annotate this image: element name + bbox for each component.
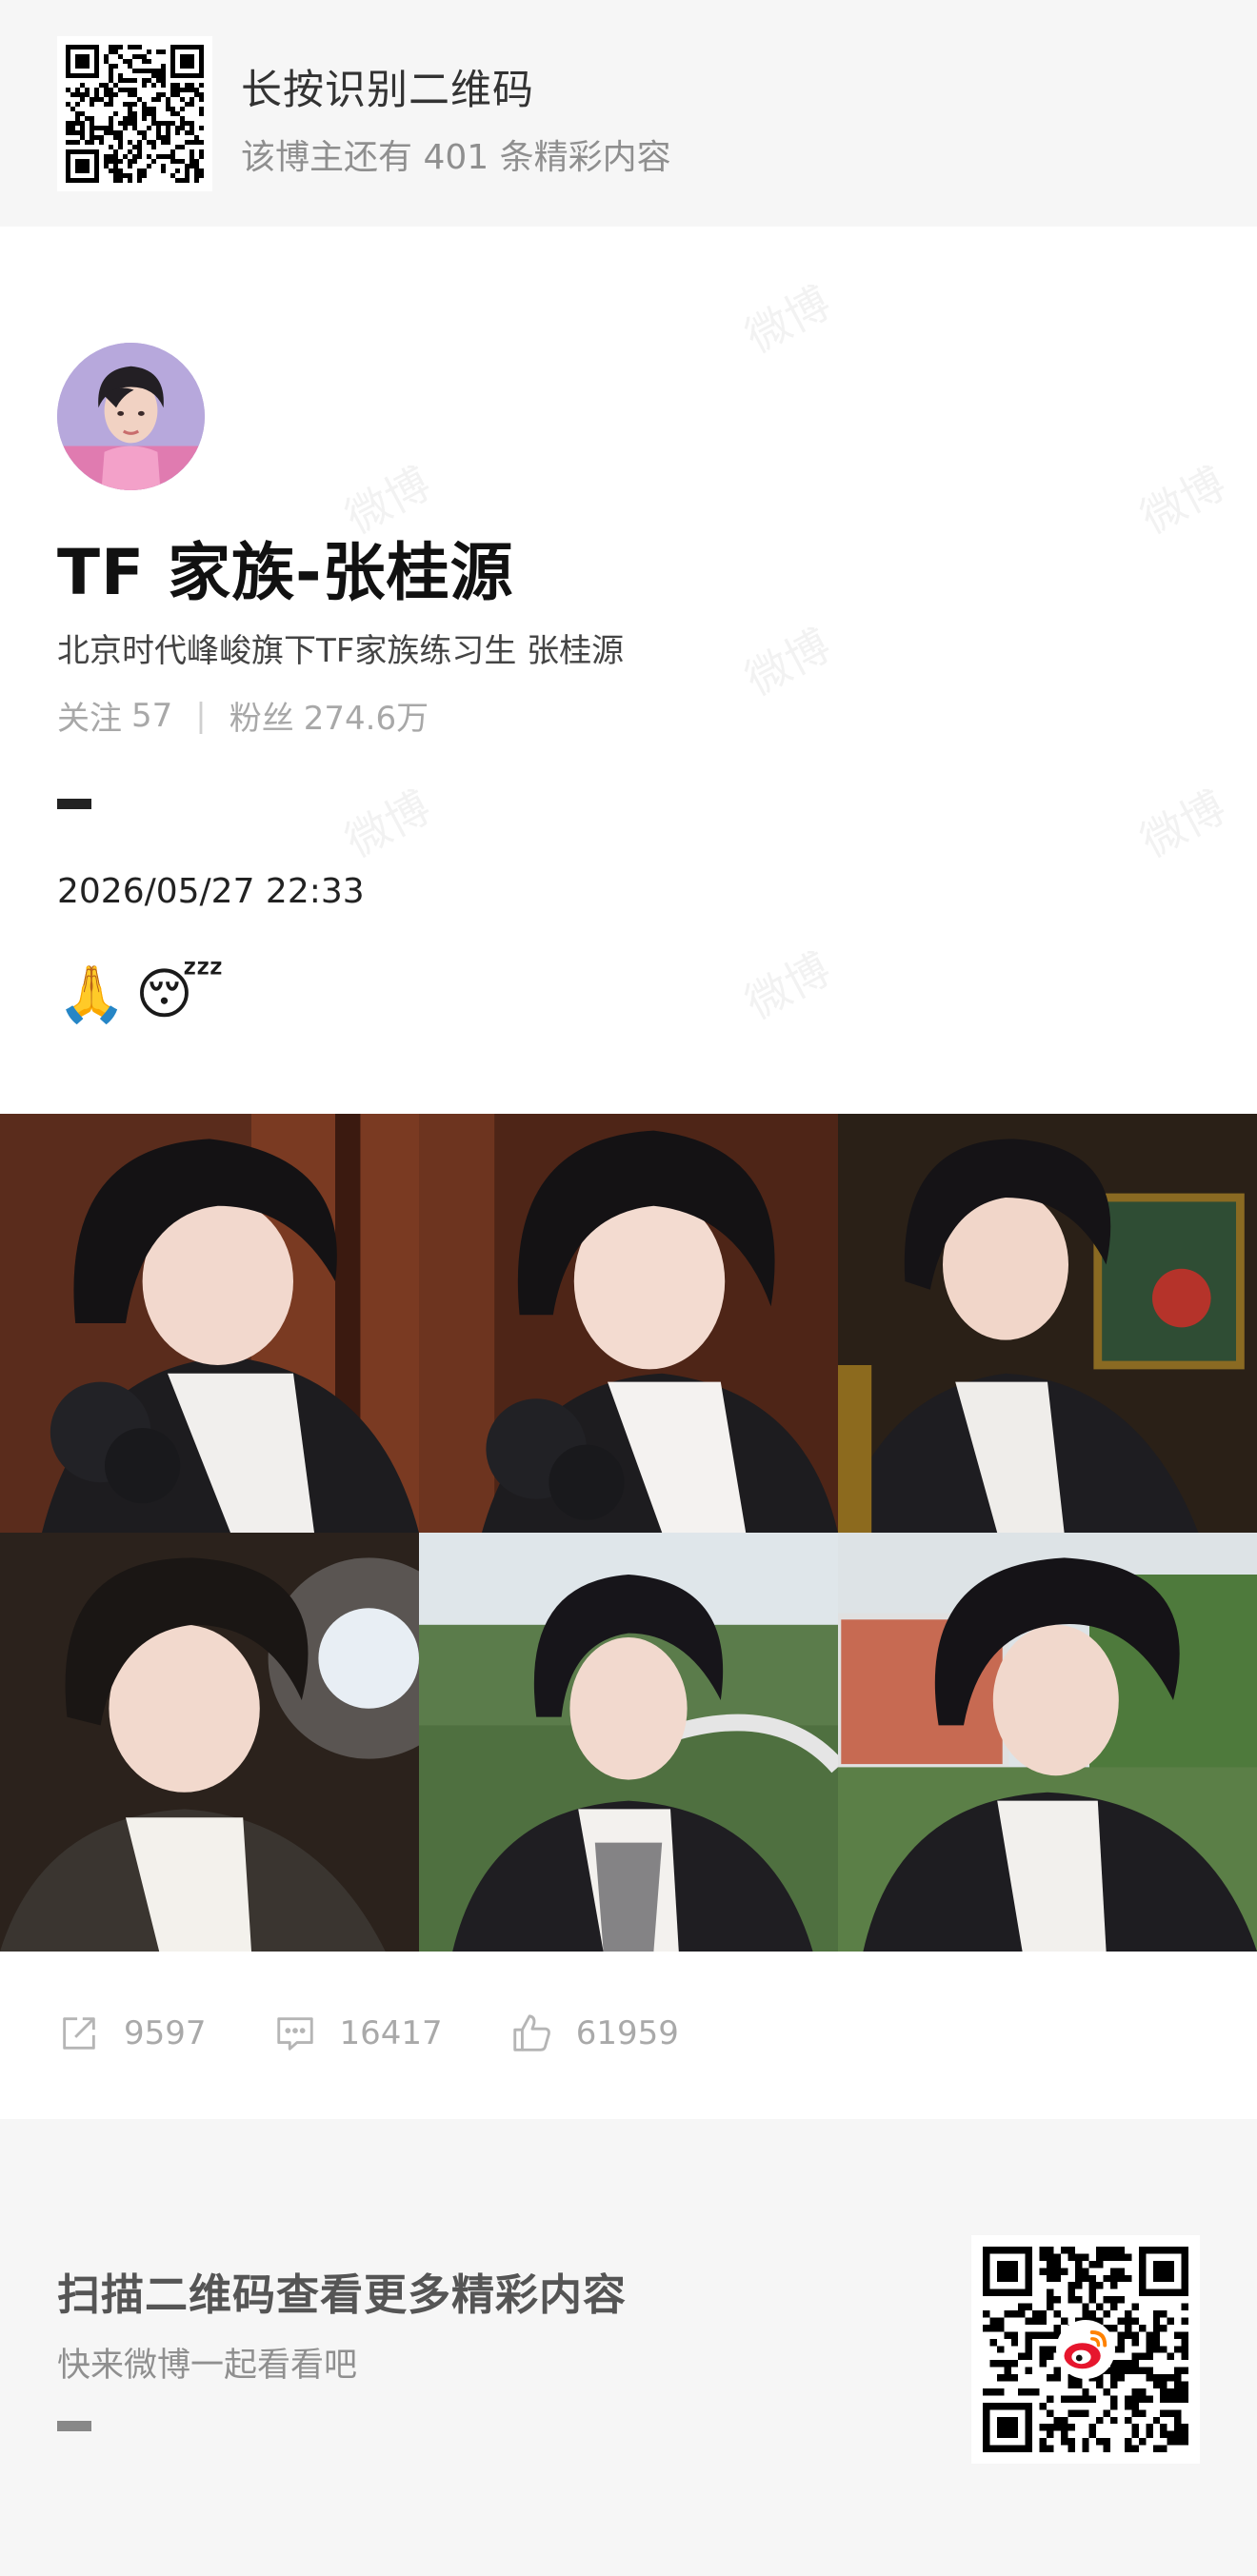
portrait-photo-icon xyxy=(0,1533,419,1952)
watermark: 微博 xyxy=(737,942,839,1030)
post-photo-2[interactable] xyxy=(419,1114,838,1533)
action-bar: 9597 16417 61959 xyxy=(57,2009,746,2058)
portrait-photo-icon xyxy=(838,1114,1257,1533)
weibo-qr-code[interactable] xyxy=(971,2235,1200,2464)
banner-subtitle: 该博主还有 401 条精彩内容 xyxy=(241,138,671,177)
post-content: 🙏 😴 xyxy=(57,961,224,1027)
portrait-photo-icon xyxy=(838,1533,1257,1952)
qr-code[interactable] xyxy=(57,36,212,191)
watermark: 微博 xyxy=(737,619,839,706)
avatar[interactable] xyxy=(57,343,205,490)
repost-count: 9597 xyxy=(124,2014,207,2052)
portrait-photo-icon xyxy=(419,1114,838,1533)
comment-count: 16417 xyxy=(339,2014,443,2052)
like-count: 61959 xyxy=(575,2014,679,2052)
followers-label: 粉丝 xyxy=(229,700,294,738)
share-icon xyxy=(57,2011,101,2055)
profile-stats: 关注 57 | 粉丝 274.6万 xyxy=(57,692,429,739)
praying-hands-emoji: 🙏 xyxy=(57,961,127,1026)
portrait-photo-icon xyxy=(419,1533,838,1952)
banner-title: 长按识别二维码 xyxy=(241,67,534,114)
footer-title: 扫描二维码查看更多精彩内容 xyxy=(57,2269,628,2320)
post-photo-4[interactable] xyxy=(0,1533,419,1952)
post-timestamp: 2026/05/27 22:33 xyxy=(57,872,365,911)
repost-button[interactable]: 9597 xyxy=(57,2011,207,2055)
watermark: 微博 xyxy=(1132,781,1234,868)
profile-description: 北京时代峰峻旗下TF家族练习生 张桂源 xyxy=(57,632,625,670)
profile-name[interactable]: TF 家族-张桂源 xyxy=(57,522,513,613)
footer-divider xyxy=(57,2421,91,2431)
following-count: 57 xyxy=(131,696,173,735)
like-button[interactable]: 61959 xyxy=(509,2011,679,2055)
qr-code-icon xyxy=(66,45,204,183)
bottom-panel: 扫描二维码查看更多精彩内容 快来微博一起看看吧 xyxy=(0,2119,1257,2576)
photo-grid xyxy=(0,1114,1257,1952)
watermark: 微博 xyxy=(337,781,439,868)
stats-separator: | xyxy=(195,696,207,735)
comment-icon xyxy=(273,2011,317,2055)
post-photo-3[interactable] xyxy=(838,1114,1257,1533)
weibo-logo-icon xyxy=(1056,2320,1115,2379)
sleeping-face-emoji: 😴 xyxy=(135,961,225,1026)
followers-count: 274.6万 xyxy=(303,700,429,738)
footer-subtitle: 快来微博一起看看吧 xyxy=(57,2347,358,2385)
post-photo-6[interactable] xyxy=(838,1533,1257,1952)
following-label: 关注 xyxy=(57,700,122,738)
watermark: 微博 xyxy=(737,276,839,364)
avatar-photo-icon xyxy=(57,343,205,490)
comment-button[interactable]: 16417 xyxy=(273,2011,443,2055)
thumbs-up-icon xyxy=(509,2011,553,2055)
watermark: 微博 xyxy=(1132,457,1234,545)
top-banner: 长按识别二维码 该博主还有 401 条精彩内容 xyxy=(0,0,1257,227)
post-photo-1[interactable] xyxy=(0,1114,419,1533)
post-photo-5[interactable] xyxy=(419,1533,838,1952)
divider-bar xyxy=(57,799,91,809)
portrait-photo-icon xyxy=(0,1114,419,1533)
